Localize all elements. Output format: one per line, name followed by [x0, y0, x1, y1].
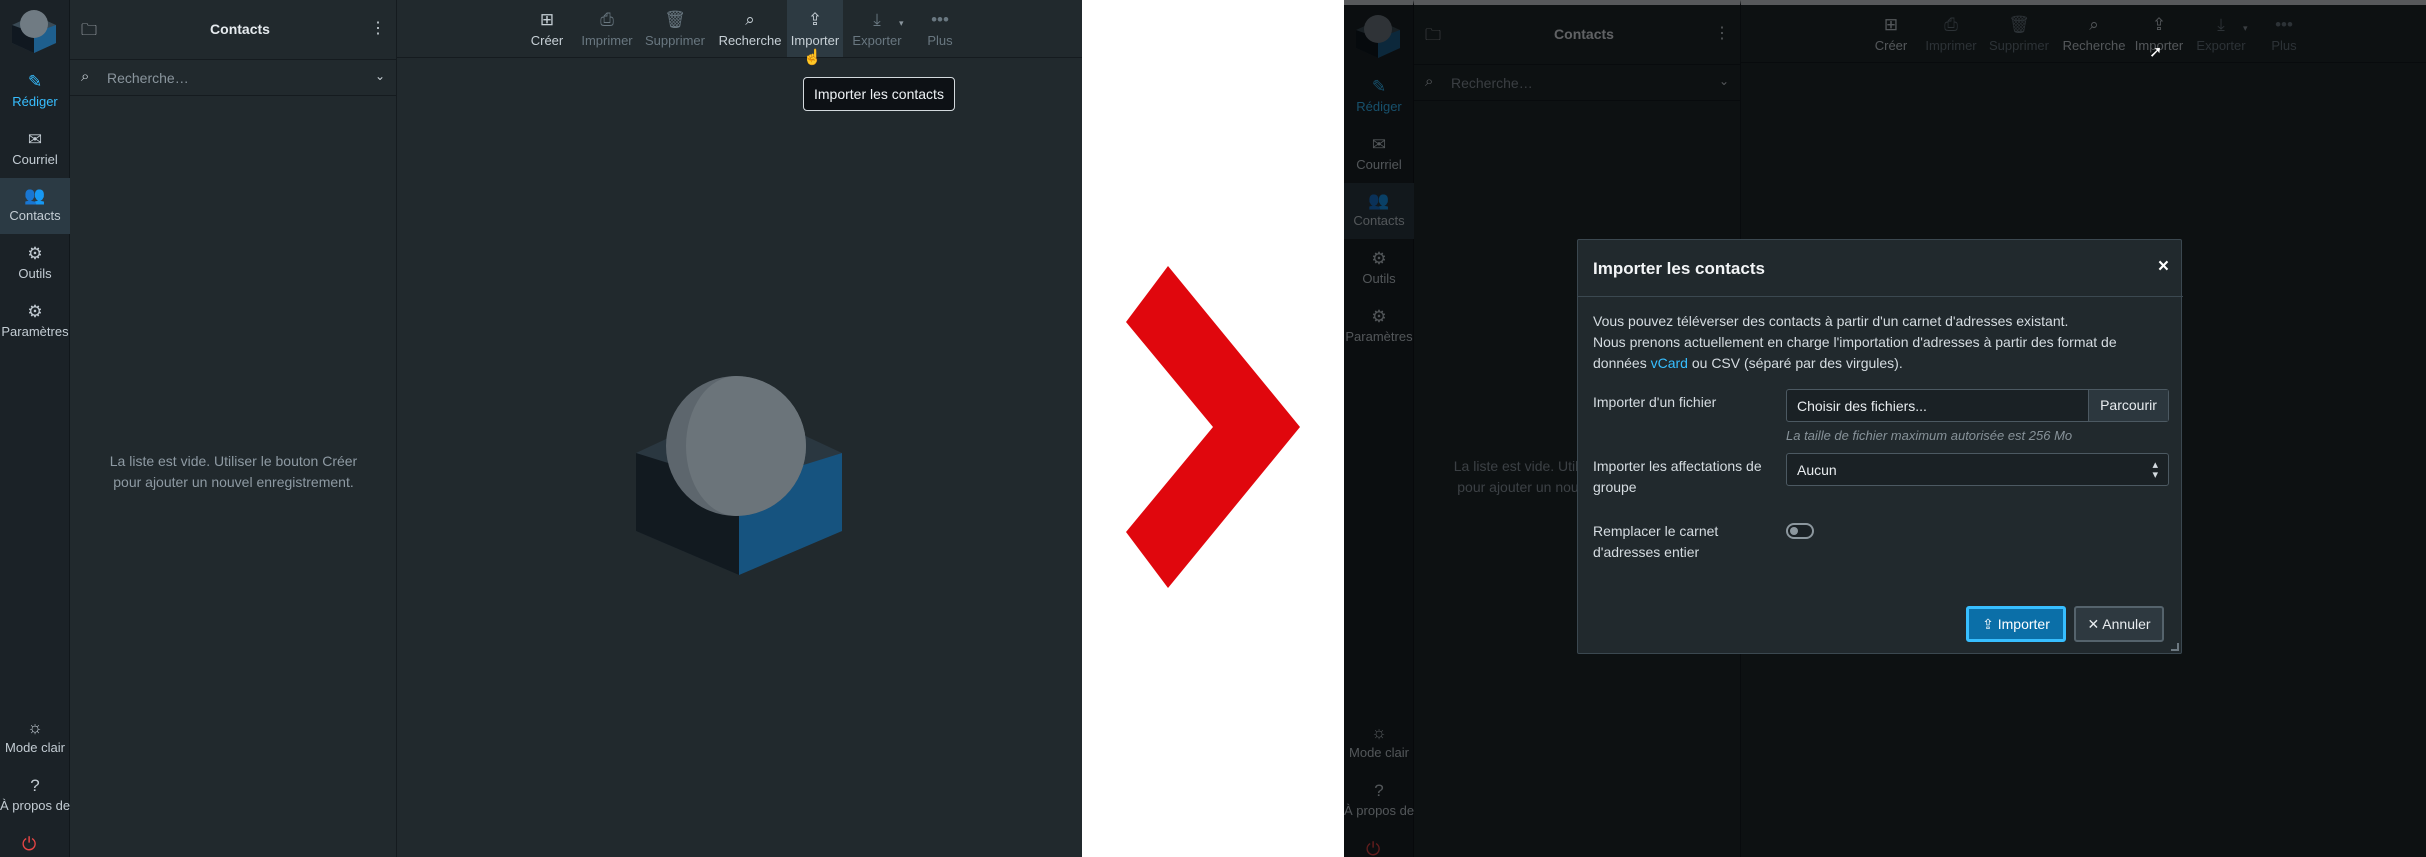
sidebar-item-light-mode[interactable]: ☼ Mode clair: [0, 710, 70, 766]
printer-icon: ⎙: [600, 10, 614, 29]
question-icon: ?: [30, 776, 40, 795]
compose-icon: ✎: [27, 72, 43, 91]
sidebar-item-label: Rédiger: [12, 94, 58, 109]
close-icon[interactable]: ×: [2158, 256, 2169, 278]
sidebar-item-about[interactable]: ? À propos de: [0, 768, 70, 824]
file-input[interactable]: Choisir des fichiers... Parcourir: [1786, 389, 2169, 422]
more-icon: •••: [931, 10, 949, 29]
envelope-icon: ✉: [27, 130, 43, 149]
file-label: Importer d'un fichier: [1593, 394, 1717, 410]
logout-icon[interactable]: ⏻: [22, 834, 36, 855]
sidebar-item-label: Courriel: [12, 152, 58, 167]
chevron-right-icon: [1126, 266, 1300, 588]
import-label: Importer: [790, 33, 840, 48]
import-submit-button[interactable]: ⇪ Importer: [1966, 606, 2066, 642]
search-icon: ⌕: [745, 10, 755, 29]
gear-icon: ⚙: [27, 244, 43, 263]
plus-square-icon: ⊞: [539, 10, 555, 29]
delete-button[interactable]: 🗑 Supprimer: [639, 0, 711, 57]
more-label: Plus: [927, 33, 953, 48]
print-label: Imprimer: [581, 33, 633, 48]
export-label: Exporter: [852, 33, 902, 48]
chevron-down-icon[interactable]: ⌄: [375, 69, 385, 83]
import-submit-label: Importer: [1997, 616, 2050, 632]
create-label: Créer: [530, 33, 564, 48]
resize-handle[interactable]: [2171, 643, 2179, 651]
search-input[interactable]: Recherche…: [107, 70, 189, 86]
upload-icon: ⇪: [807, 10, 823, 29]
gear-icon: ⚙: [27, 302, 43, 321]
dialog-title: Importer les contacts: [1593, 259, 1765, 278]
sidebar-item-label: Paramètres: [1, 324, 69, 339]
sun-icon: ☼: [27, 718, 43, 737]
search-icon: ⌕: [81, 68, 90, 85]
search-label: Recherche: [718, 33, 782, 48]
vcard-link[interactable]: vCard: [1651, 355, 1688, 371]
group-label: Importer les affectations de groupe: [1593, 458, 1762, 495]
sidebar: ✎ Rédiger ✉ Courriel 👥 Contacts ⚙ Outils…: [0, 0, 70, 857]
list-header: 🗀 Contacts ⋮: [70, 0, 397, 60]
users-icon: 👥: [24, 186, 46, 205]
select-caret-icon: ▴ ▾: [2152, 459, 2158, 481]
tooltip: Importer les contacts: [803, 77, 955, 111]
sidebar-item-label: Contacts: [9, 208, 61, 223]
contacts-list-panel: 🗀 Contacts ⋮ ⌕ Recherche… ⌄ La liste est…: [70, 0, 397, 857]
close-icon: ✕: [2087, 616, 2100, 632]
sidebar-item-tools[interactable]: ⚙ Outils: [0, 236, 70, 292]
app-logo: [12, 10, 56, 53]
print-button[interactable]: ⎙ Imprimer: [575, 0, 639, 57]
content-area: ⊞ Créer ⎙ Imprimer 🗑 Supprimer ⌕ Recherc…: [397, 0, 1082, 857]
watermark-logo: [636, 376, 842, 575]
toolbar: ⊞ Créer ⎙ Imprimer 🗑 Supprimer ⌕ Recherc…: [397, 0, 1082, 58]
toggle-knob: [1790, 527, 1798, 535]
sidebar-item-mail[interactable]: ✉ Courriel: [0, 122, 70, 178]
upload-icon: ⇪: [1982, 616, 1994, 632]
search-button[interactable]: ⌕ Recherche: [715, 0, 785, 57]
intro-line-3: ou CSV (séparé par des virgules).: [1691, 355, 1903, 371]
cursor-icon: ➚: [2149, 44, 2163, 61]
cancel-label: Annuler: [2102, 616, 2151, 632]
dialog-header: Importer les contacts ×: [1578, 240, 2183, 297]
search-bar[interactable]: ⌕ Recherche… ⌄: [70, 60, 397, 96]
file-placeholder: Choisir des fichiers...: [1797, 398, 1927, 414]
dialog-intro: Vous pouvez téléverser des contacts à pa…: [1593, 311, 2168, 374]
sidebar-item-settings[interactable]: ⚙ Paramètres: [0, 294, 70, 350]
delete-label: Supprimer: [645, 33, 705, 48]
sidebar-item-label: Outils: [18, 266, 52, 281]
sidebar-item-contacts[interactable]: 👥 Contacts: [0, 178, 70, 234]
sidebar-item-compose[interactable]: ✎ Rédiger: [0, 64, 70, 120]
cancel-button[interactable]: ✕ Annuler: [2074, 606, 2164, 642]
intro-line-1: Vous pouvez téléverser des contacts à pa…: [1593, 313, 2069, 329]
group-select[interactable]: Aucun ▴ ▾: [1786, 453, 2169, 486]
page-title: Contacts: [210, 21, 270, 37]
group-select-value: Aucun: [1797, 462, 1837, 478]
folder-icon[interactable]: 🗀: [81, 19, 97, 46]
browse-button[interactable]: Parcourir: [2088, 390, 2168, 421]
panel-before: ✎ Rédiger ✉ Courriel 👥 Contacts ⚙ Outils…: [0, 0, 1082, 857]
more-button[interactable]: ••• Plus: [915, 0, 965, 57]
sidebar-item-label: Mode clair: [5, 740, 65, 755]
sidebar-item-label: À propos de: [0, 798, 71, 813]
replace-toggle[interactable]: [1786, 523, 1814, 539]
import-dialog: Importer les contacts × Vous pouvez télé…: [1577, 239, 2183, 654]
file-size-hint: La taille de fichier maximum autorisée e…: [1786, 428, 2073, 443]
empty-message: La liste est vide. Utiliser le bouton Cr…: [109, 453, 358, 490]
panel-after: ✎ Rédiger ✉ Courriel 👥 Contacts ⚙ Outils…: [1344, 0, 2426, 857]
chevron-down-icon[interactable]: ▾: [899, 18, 904, 29]
more-vertical-icon[interactable]: ⋮: [370, 18, 386, 38]
trash-icon: 🗑: [664, 10, 686, 29]
create-button[interactable]: ⊞ Créer: [519, 0, 575, 57]
cursor-icon: ☝: [803, 49, 822, 66]
replace-label: Remplacer le carnet d'adresses entier: [1593, 523, 1719, 560]
